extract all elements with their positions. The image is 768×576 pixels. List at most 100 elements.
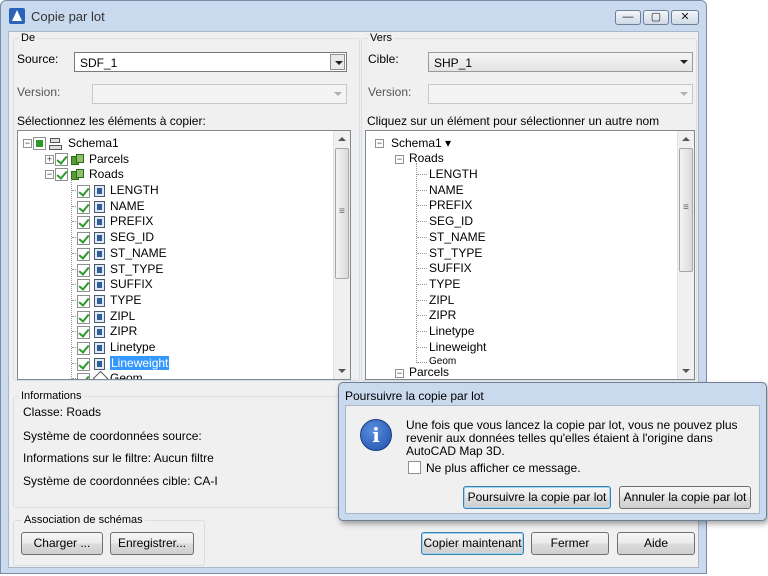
field-checkbox[interactable] [77, 216, 90, 230]
field-label: ST_NAME [110, 245, 167, 260]
tree-item-field[interactable]: SUFFIX [110, 276, 153, 292]
source-tree[interactable]: − Schema1 + Parcels − Roads LENGTH NAME PR… [17, 130, 351, 380]
confirm-dialog: Poursuivre la copie par lot i Une fois q… [338, 382, 767, 521]
feature-class-icon [71, 169, 85, 181]
tree-item-schema-target[interactable]: Schema1 ▾ [391, 135, 451, 151]
dont-show-checkbox[interactable] [408, 461, 421, 474]
source-tree-content: − Schema1 + Parcels − Roads LENGTH NAME PR… [18, 131, 333, 379]
tree-item-target-field[interactable]: ST_TYPE [429, 245, 482, 261]
tree-item-parcels[interactable]: Parcels [89, 151, 129, 167]
tree-item-schema[interactable]: Schema1 [68, 135, 119, 151]
tree-item-target-field[interactable]: TYPE [429, 276, 460, 292]
source-combo[interactable]: SDF_1 [74, 52, 347, 72]
field-checkbox[interactable] [77, 247, 90, 261]
maximize-button[interactable]: ▢ [643, 10, 669, 25]
tree-connector [71, 179, 72, 379]
annuler-button[interactable]: Annuler la copie par lot [619, 486, 751, 509]
source-tree-scrollbar[interactable] [333, 131, 350, 379]
tree-item-roads-target[interactable]: Roads [409, 150, 444, 166]
tree-item-target-field[interactable]: ZIPL [429, 292, 454, 308]
tree-item-field[interactable]: LENGTH [110, 182, 159, 198]
field-checkbox[interactable] [77, 232, 90, 246]
field-checkbox[interactable] [77, 200, 90, 214]
tree-connector [417, 268, 427, 270]
field-icon [94, 185, 105, 197]
field-checkbox[interactable] [77, 326, 90, 340]
minimize-button[interactable]: — [615, 10, 641, 25]
vers-version-combo[interactable] [428, 84, 693, 104]
tree-connector [417, 205, 427, 207]
target-tree[interactable]: − Schema1 ▾ − Roads LENGTH NAME PREFIX SEG_… [365, 130, 695, 380]
scroll-thumb[interactable] [679, 148, 693, 272]
info-systeme-source: Système de coordonnées source: [23, 429, 202, 443]
tree-item-field[interactable]: ST_TYPE [110, 261, 163, 277]
dont-show-label[interactable]: Ne plus afficher ce message. [426, 461, 581, 475]
tree-item-target-field[interactable]: PREFIX [429, 197, 472, 213]
copier-maintenant-button[interactable]: Copier maintenant [421, 532, 524, 555]
collapse-icon[interactable]: − [45, 170, 54, 179]
tree-item-target-field[interactable]: ST_NAME [429, 229, 486, 245]
tree-connector [417, 221, 427, 223]
field-checkbox[interactable] [77, 263, 90, 277]
cible-combo[interactable]: SHP_1 [428, 52, 693, 72]
tree-item-field[interactable]: Geom [110, 370, 143, 379]
tree-item-target-field[interactable]: Linetype [429, 323, 474, 339]
de-version-combo[interactable] [92, 84, 347, 104]
field-checkbox[interactable] [77, 279, 90, 293]
scroll-up-icon[interactable] [678, 131, 694, 147]
field-checkbox[interactable] [77, 357, 90, 371]
field-label: ST_TYPE [110, 261, 164, 276]
collapse-icon[interactable]: − [23, 139, 32, 148]
tree-item-field[interactable]: SEG_ID [110, 229, 154, 245]
tree-item-field[interactable]: ST_NAME [110, 245, 167, 261]
tree-item-target-field[interactable]: ZIPR [429, 307, 456, 323]
tree-item-target-field[interactable]: LENGTH [429, 166, 478, 182]
tree-item-roads[interactable]: Roads [89, 166, 124, 182]
scroll-down-icon[interactable] [334, 363, 350, 379]
field-checkbox[interactable] [77, 185, 90, 198]
roads-checkbox[interactable] [55, 168, 68, 181]
parcels-checkbox[interactable] [55, 153, 68, 166]
tree-item-field[interactable]: ZIPL [110, 308, 135, 324]
close-button[interactable]: ✕ [671, 10, 699, 25]
tree-item-field[interactable]: NAME [110, 198, 145, 214]
expand-icon[interactable]: − [395, 369, 404, 378]
tree-item-target-field[interactable]: SEG_ID [429, 213, 473, 229]
scroll-down-icon[interactable] [678, 363, 694, 379]
enregistrer-button[interactable]: Enregistrer... [110, 532, 194, 555]
tree-item-field[interactable]: ZIPR [110, 323, 137, 339]
tree-item-target-field[interactable]: Lineweight [429, 339, 486, 355]
field-label: ZIPL [110, 308, 136, 323]
charger-button[interactable]: Charger ... [21, 532, 103, 555]
field-checkbox[interactable] [77, 373, 90, 379]
field-checkbox[interactable] [77, 294, 90, 308]
field-label: ZIPR [110, 324, 138, 339]
fermer-button[interactable]: Fermer [531, 532, 609, 555]
schema-checkbox[interactable] [33, 137, 46, 150]
tree-item-field[interactable]: PREFIX [110, 213, 153, 229]
tree-connector [417, 299, 427, 301]
confirm-message: Une fois que vous lancez la copie par lo… [406, 418, 738, 458]
info-systeme-cible: Système de coordonnées cible: CA-I [23, 474, 218, 488]
tree-item-parcels-target[interactable]: Parcels [409, 364, 449, 379]
tree-item-field[interactable]: TYPE [110, 292, 141, 308]
field-checkbox[interactable] [77, 310, 90, 324]
field-checkbox[interactable] [77, 342, 90, 355]
scroll-thumb[interactable] [335, 148, 349, 279]
chevron-down-icon[interactable] [676, 54, 691, 70]
chevron-down-icon[interactable] [330, 54, 345, 70]
collapse-icon[interactable]: − [395, 155, 404, 164]
tree-item-field[interactable]: Linetype [110, 339, 155, 355]
tree-item-target-field[interactable]: SUFFIX [429, 260, 472, 276]
target-tree-scrollbar[interactable] [677, 131, 694, 379]
title-bar: Copie par lot — ▢ ✕ [1, 1, 706, 31]
chevron-down-icon[interactable] [676, 86, 691, 102]
scroll-up-icon[interactable] [334, 131, 350, 147]
collapse-icon[interactable]: − [375, 139, 384, 148]
tree-item-target-field[interactable]: NAME [429, 182, 464, 198]
chevron-down-icon[interactable] [330, 86, 345, 102]
tree-item-field[interactable]: Lineweight [110, 355, 170, 371]
aide-button[interactable]: Aide [617, 532, 695, 555]
poursuivre-button[interactable]: Poursuivre la copie par lot [463, 486, 611, 509]
expand-icon[interactable]: + [45, 155, 54, 164]
